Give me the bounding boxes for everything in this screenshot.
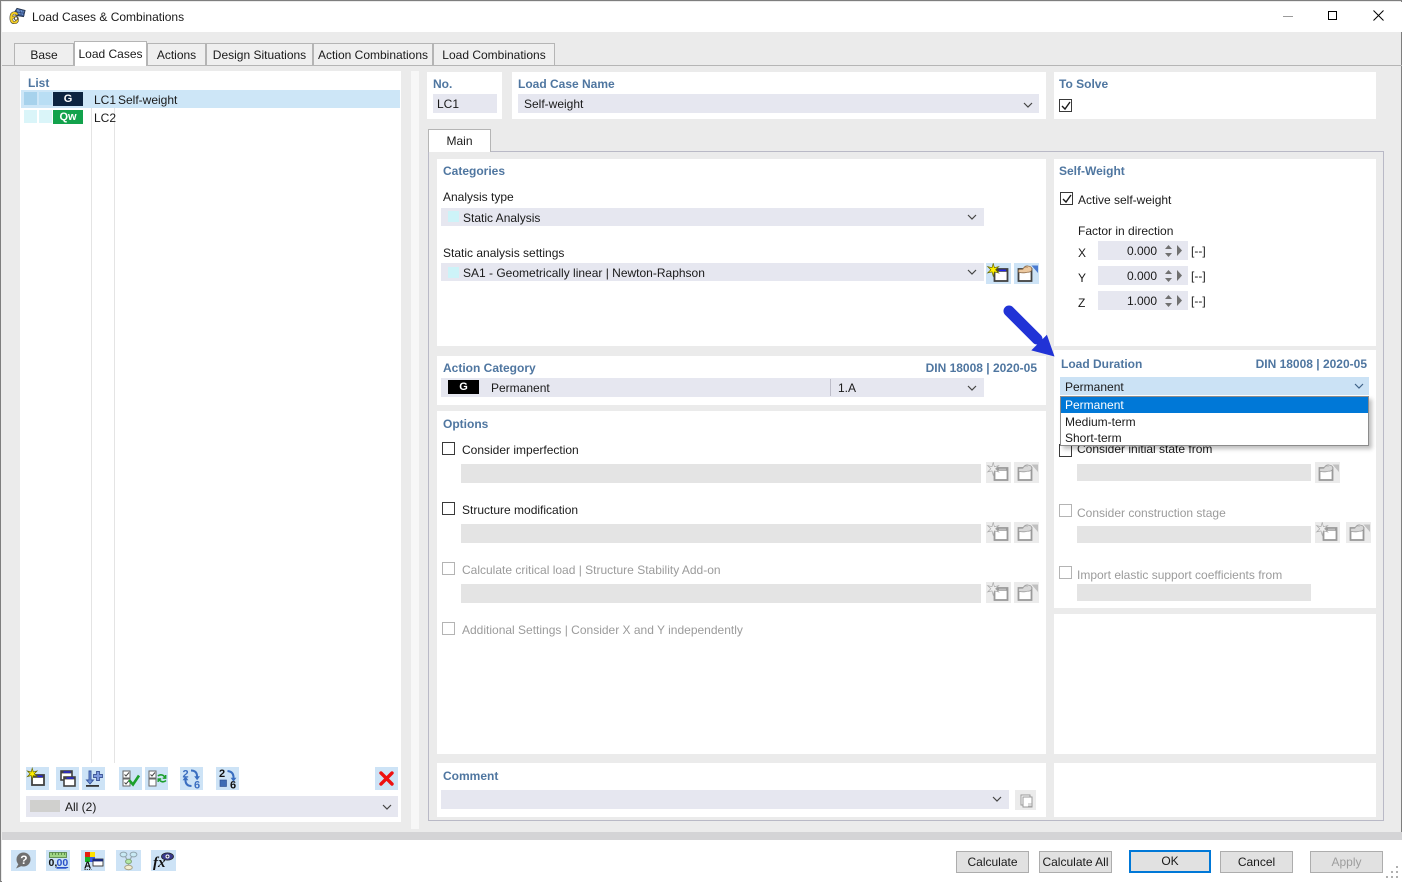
svg-text:00: 00 (57, 857, 69, 869)
svg-text:?: ? (20, 853, 27, 867)
svg-text:6: 6 (194, 780, 200, 791)
svg-text:6: 6 (10, 9, 19, 26)
svg-text:2: 2 (219, 768, 225, 780)
